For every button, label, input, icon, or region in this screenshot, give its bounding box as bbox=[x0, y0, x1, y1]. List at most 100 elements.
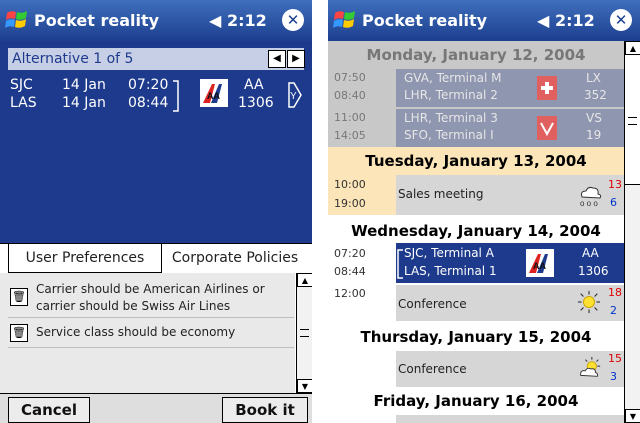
alternative-bar: Alternative 1 of 5 ◀ ▶ bbox=[8, 48, 305, 70]
sun-icon bbox=[577, 290, 601, 314]
event-start: 10:00 bbox=[334, 178, 366, 191]
event-title: Conference bbox=[398, 362, 467, 376]
leg-to: SFO, Terminal I bbox=[404, 128, 494, 142]
tab-strip: User Preferences Corporate Policies bbox=[0, 243, 312, 274]
leg-from: LHR, Terminal 3 bbox=[404, 111, 498, 125]
event-start: 11:00 bbox=[334, 111, 366, 124]
partly-cloudy-icon bbox=[580, 356, 601, 377]
leg-to: LHR, Terminal 2 bbox=[404, 88, 498, 102]
event-start: 07:20 bbox=[334, 247, 366, 260]
scroll-thumb-grip[interactable] bbox=[628, 117, 637, 125]
windows-flag-icon[interactable] bbox=[332, 7, 359, 33]
day-header[interactable]: Tuesday, January 13, 2004 bbox=[328, 147, 624, 175]
alternative-label: Alternative 1 of 5 bbox=[12, 51, 134, 67]
left-screen: Pocket reality ◀︎ 2:12 ✕ Alternative 1 o… bbox=[0, 0, 312, 423]
event-end: 08:40 bbox=[334, 89, 366, 102]
leg-carrier: AA bbox=[582, 246, 599, 260]
leg-from: SJC, Terminal A bbox=[404, 246, 494, 260]
temperature-low: 2 bbox=[610, 304, 617, 317]
american-airlines-logo-icon: AA bbox=[526, 249, 554, 277]
day-header[interactable]: Wednesday, January 14, 2004 bbox=[328, 217, 624, 245]
american-airlines-logo-icon: AA bbox=[200, 79, 228, 107]
event-start: 12:00 bbox=[334, 287, 366, 300]
scroll-thumb-grip[interactable] bbox=[300, 329, 309, 337]
clock[interactable]: 2:12 bbox=[555, 11, 595, 30]
title-bar: Pocket reality ◀︎ 2:12 ✕ bbox=[0, 0, 312, 41]
flight-leg[interactable]: GVA, Terminal M LHR, Terminal 2 LX 352 bbox=[396, 69, 624, 107]
svg-text:o o o: o o o bbox=[580, 199, 598, 207]
preference-line: Service class should be economy bbox=[36, 325, 236, 339]
app-title: Pocket reality bbox=[34, 11, 160, 30]
leg-flight: 1306 bbox=[578, 264, 609, 278]
tab-user-preferences[interactable]: User Preferences bbox=[8, 244, 162, 273]
to-code: LAS bbox=[10, 95, 37, 111]
cloud-rain-icon: o o o bbox=[580, 186, 602, 207]
tab-corporate-policies[interactable]: Corporate Policies bbox=[162, 244, 308, 272]
leg-carrier: VS bbox=[586, 111, 602, 125]
list-item[interactable]: 🗑 Service class should be economy bbox=[8, 319, 294, 348]
leg-flight: 352 bbox=[584, 88, 607, 102]
calendar-scrollbar[interactable]: ▲ ▼ bbox=[624, 41, 640, 423]
calendar-event[interactable]: Conference 15 3 bbox=[396, 351, 624, 387]
book-it-button[interactable]: Book it bbox=[222, 397, 308, 423]
speaker-icon[interactable]: ◀︎ bbox=[537, 11, 549, 30]
scroll-up-button[interactable]: ▲ bbox=[297, 273, 312, 287]
scroll-down-button[interactable]: ▼ bbox=[625, 409, 640, 423]
to-time: 08:44 bbox=[128, 95, 169, 111]
cancel-button[interactable]: Cancel bbox=[8, 397, 90, 423]
preference-line: carrier should be Swiss Air Lines bbox=[36, 299, 231, 313]
scroll-up-button[interactable]: ▲ bbox=[625, 41, 640, 55]
event-start: 07:50 bbox=[334, 71, 366, 84]
temperature-high: 15 bbox=[608, 352, 622, 365]
leg-to: LAS, Terminal 1 bbox=[404, 264, 497, 278]
temperature-high: 13 bbox=[608, 178, 622, 191]
trash-icon[interactable]: 🗑 bbox=[10, 288, 28, 306]
calendar-view: Monday, January 12, 2004 07:50 08:40 GVA… bbox=[328, 41, 624, 423]
virgin-logo-icon bbox=[537, 116, 557, 140]
calendar-event[interactable]: Sales meeting o o o 13 6 bbox=[396, 175, 624, 215]
itinerary-panel: Alternative 1 of 5 ◀ ▶ SJC 14 Jan 07:20 … bbox=[0, 41, 312, 243]
title-bar: Pocket reality ◀︎ 2:12 ✕ bbox=[328, 0, 640, 41]
event-end: 14:05 bbox=[334, 129, 366, 142]
event-title: Conference bbox=[398, 297, 467, 311]
next-alternative-button[interactable]: ▶ bbox=[287, 50, 305, 68]
swiss-logo-icon bbox=[537, 76, 557, 100]
flight-number: 1306 bbox=[238, 95, 274, 111]
clock[interactable]: 2:12 bbox=[227, 11, 267, 30]
preferences-list: 🗑 Carrier should be American Airlines or… bbox=[0, 273, 295, 393]
previous-alternative-button[interactable]: ◀ bbox=[268, 50, 286, 68]
leg-carrier: LX bbox=[586, 71, 601, 85]
list-item[interactable]: 🗑 Carrier should be American Airlines or… bbox=[8, 279, 294, 318]
speaker-icon[interactable]: ◀︎ bbox=[209, 11, 221, 30]
day-header[interactable]: Friday, January 16, 2004 bbox=[328, 387, 624, 415]
right-screen: Pocket reality ◀︎ 2:12 ✕ Monday, January… bbox=[328, 0, 640, 423]
temperature-low: 3 bbox=[610, 370, 617, 383]
preferences-scrollbar[interactable]: ▲ ▼ bbox=[296, 273, 312, 393]
close-icon[interactable]: ✕ bbox=[610, 9, 632, 31]
calendar-event[interactable]: Conference 18 2 bbox=[396, 285, 624, 321]
calendar-event[interactable] bbox=[396, 415, 624, 423]
svg-text:AA: AA bbox=[533, 261, 546, 271]
trash-icon[interactable]: 🗑 bbox=[10, 324, 28, 342]
scroll-down-button[interactable]: ▼ bbox=[297, 379, 312, 393]
svg-text:AA: AA bbox=[207, 91, 220, 101]
temperature-high: 18 bbox=[608, 286, 622, 299]
leg-from: GVA, Terminal M bbox=[404, 71, 502, 85]
day-header[interactable]: Thursday, January 15, 2004 bbox=[328, 323, 624, 351]
from-code: SJC bbox=[10, 77, 33, 93]
from-date: 14 Jan bbox=[62, 77, 106, 93]
leg-flight: 19 bbox=[586, 128, 602, 142]
leg-bracket bbox=[173, 80, 179, 112]
command-bar: Cancel Book it bbox=[0, 393, 312, 423]
temperature-low: 6 bbox=[610, 196, 617, 209]
close-icon[interactable]: ✕ bbox=[282, 9, 304, 31]
event-end: 19:00 bbox=[334, 197, 366, 210]
flight-leg[interactable]: LHR, Terminal 3 SFO, Terminal I VS 19 bbox=[396, 109, 624, 147]
details-chevron-icon[interactable]: Y bbox=[287, 81, 303, 109]
day-header[interactable]: Monday, January 12, 2004 bbox=[328, 41, 624, 69]
event-end: 08:44 bbox=[334, 265, 366, 278]
windows-flag-icon[interactable] bbox=[4, 7, 31, 33]
airline-code: AA bbox=[244, 77, 264, 93]
to-date: 14 Jan bbox=[62, 95, 106, 111]
flight-leg[interactable]: SJC, Terminal A LAS, Terminal 1 AA AA 13… bbox=[396, 243, 624, 283]
